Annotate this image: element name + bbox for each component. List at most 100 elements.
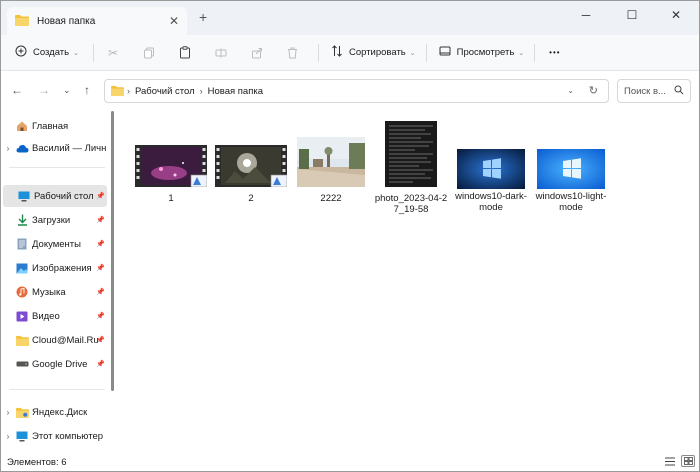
create-label: Создать xyxy=(33,47,70,58)
more-options-button[interactable]: ••• xyxy=(549,48,560,57)
sidebar-item-cloud-mail[interactable]: Cloud@Mail.Ru 📌 xyxy=(1,329,107,351)
file-name: windows10-light-mode xyxy=(535,191,607,213)
new-tab-button[interactable]: + xyxy=(199,9,207,25)
desktop-icon xyxy=(17,189,31,203)
toolbar-divider xyxy=(534,43,536,62)
sidebar-item-this-pc[interactable]: › Этот компьютер xyxy=(1,425,107,447)
document-thumbnail xyxy=(385,121,437,187)
pin-icon: 📌 xyxy=(96,217,105,224)
folder-icon xyxy=(15,333,29,347)
up-arrow-icon[interactable]: ↑ xyxy=(84,83,90,97)
file-item[interactable]: windows10-dark-mode xyxy=(453,135,529,215)
breadcrumb-new-folder[interactable]: Новая папка xyxy=(208,86,263,97)
item-count: Элементов: 6 xyxy=(7,456,67,468)
photo-thumbnail xyxy=(297,137,365,187)
sidebar-item-label: Cloud@Mail.Ru xyxy=(32,334,99,346)
close-window-button[interactable]: ✕ xyxy=(653,1,699,29)
search-box[interactable] xyxy=(617,79,691,103)
tab-close-icon[interactable]: ✕ xyxy=(169,14,179,28)
explorer-window: Новая папка ✕ + ─ ☐ ✕ Создать ⌄ ✂ Сортир… xyxy=(0,0,700,472)
file-name: windows10-dark-mode xyxy=(455,191,527,213)
rename-icon[interactable] xyxy=(210,42,232,64)
sidebar-item-desktop[interactable]: Рабочий стол 📌 xyxy=(3,185,107,207)
large-icons-view-icon[interactable] xyxy=(681,455,695,467)
sidebar-item-label: Музыка xyxy=(32,286,66,298)
address-history-chevron-icon[interactable]: ⌄ xyxy=(567,86,574,95)
sidebar-item-label: Загрузки xyxy=(32,214,71,226)
home-icon xyxy=(15,119,29,133)
sidebar-item-label: Google Drive xyxy=(32,358,88,370)
file-name: 2 xyxy=(248,193,254,204)
sidebar-item-home[interactable]: Главная xyxy=(1,115,107,137)
delete-icon[interactable] xyxy=(282,42,304,64)
expand-chevron-icon[interactable]: › xyxy=(1,432,15,441)
minimize-icon: ─ xyxy=(581,8,591,22)
file-list: 1 2 2222 photo_2023-04-27_19-58 windows1… xyxy=(119,111,699,453)
details-view-icon[interactable] xyxy=(663,455,677,467)
chevron-down-icon: ⌄ xyxy=(518,49,525,57)
sidebar-item-downloads[interactable]: Загрузки 📌 xyxy=(1,209,107,231)
forward-arrow-icon[interactable]: → xyxy=(38,83,50,97)
drive-icon xyxy=(15,357,29,371)
create-button[interactable]: Создать ⌄ xyxy=(15,45,79,60)
file-item[interactable]: 2222 xyxy=(293,135,369,205)
sidebar-item-documents[interactable]: Документы 📌 xyxy=(1,233,107,255)
toolbar-divider xyxy=(317,43,319,62)
close-icon: ✕ xyxy=(670,8,682,22)
cut-icon[interactable]: ✂ xyxy=(102,42,124,64)
sidebar-item-label: Василий — Личный xyxy=(32,142,107,154)
expand-chevron-icon[interactable]: › xyxy=(1,144,15,153)
tab-new-folder[interactable]: Новая папка ✕ xyxy=(7,7,187,35)
image-thumbnail xyxy=(457,149,525,189)
back-arrow-icon[interactable]: ← xyxy=(11,83,23,97)
view-button[interactable]: Просмотреть ⌄ xyxy=(439,46,525,59)
file-name: 1 xyxy=(168,193,174,204)
breadcrumb-desktop[interactable]: Рабочий стол xyxy=(135,86,195,97)
toolbar-divider xyxy=(425,43,427,62)
documents-icon xyxy=(15,237,29,251)
title-bar: Новая папка ✕ + ─ ☐ ✕ xyxy=(1,1,699,35)
sidebar-item-label: Яндекс.Диск xyxy=(32,406,88,418)
sort-label: Сортировать xyxy=(348,47,406,58)
sidebar-item-google-drive[interactable]: Google Drive 📌 xyxy=(1,353,107,375)
cloud-icon xyxy=(15,141,29,155)
sidebar-item-label: Документы xyxy=(32,238,81,250)
breadcrumb-separator-icon[interactable]: › xyxy=(200,86,203,96)
pin-icon: 📌 xyxy=(96,361,105,368)
file-item[interactable]: 1 xyxy=(133,135,209,205)
file-name: 2222 xyxy=(320,193,342,204)
file-item[interactable]: windows10-light-mode xyxy=(533,135,609,215)
folder-icon xyxy=(15,14,29,28)
breadcrumb-separator-icon[interactable]: › xyxy=(127,86,130,96)
file-item[interactable]: 2 xyxy=(213,135,289,205)
search-icon xyxy=(674,85,684,97)
refresh-icon[interactable]: ↻ xyxy=(589,84,598,97)
copy-icon[interactable] xyxy=(138,42,160,64)
more-icon: ••• xyxy=(549,48,561,57)
sidebar-item-onedrive[interactable]: › Василий — Личный xyxy=(1,137,107,159)
sidebar-item-music[interactable]: Музыка 📌 xyxy=(1,281,107,303)
chevron-down-icon: ⌄ xyxy=(73,49,79,57)
sidebar-item-label: Рабочий стол xyxy=(34,190,94,202)
minimize-button[interactable]: ─ xyxy=(563,1,609,29)
sidebar-item-yandex-disk[interactable]: › Яндекс.Диск xyxy=(1,401,107,423)
address-bar[interactable]: › Рабочий стол › Новая папка ⌄ ↻ xyxy=(104,79,609,103)
pin-icon: 📌 xyxy=(96,289,105,296)
expand-chevron-icon[interactable]: › xyxy=(1,408,15,417)
maximize-button[interactable]: ☐ xyxy=(609,1,655,29)
sidebar-item-pictures[interactable]: Изображения 📌 xyxy=(1,257,107,279)
pin-icon: 📌 xyxy=(96,337,105,344)
recent-chevron-icon[interactable]: ⌄ xyxy=(63,85,71,96)
sort-button[interactable]: Сортировать ⌄ xyxy=(331,45,416,60)
sort-icon xyxy=(331,45,343,60)
command-bar: Создать ⌄ ✂ Сортировать ⌄ Просмотреть ⌄ … xyxy=(1,35,699,71)
sidebar-scrollbar[interactable] xyxy=(111,111,114,391)
sidebar-item-label: Этот компьютер xyxy=(32,430,104,442)
search-input[interactable] xyxy=(624,85,668,97)
share-icon[interactable] xyxy=(246,42,268,64)
pin-icon: 📌 xyxy=(96,193,105,200)
sidebar-item-videos[interactable]: Видео 📌 xyxy=(1,305,107,327)
video-thumbnail xyxy=(135,145,207,187)
file-item[interactable]: photo_2023-04-27_19-58 xyxy=(373,121,449,221)
paste-icon[interactable] xyxy=(174,42,196,64)
